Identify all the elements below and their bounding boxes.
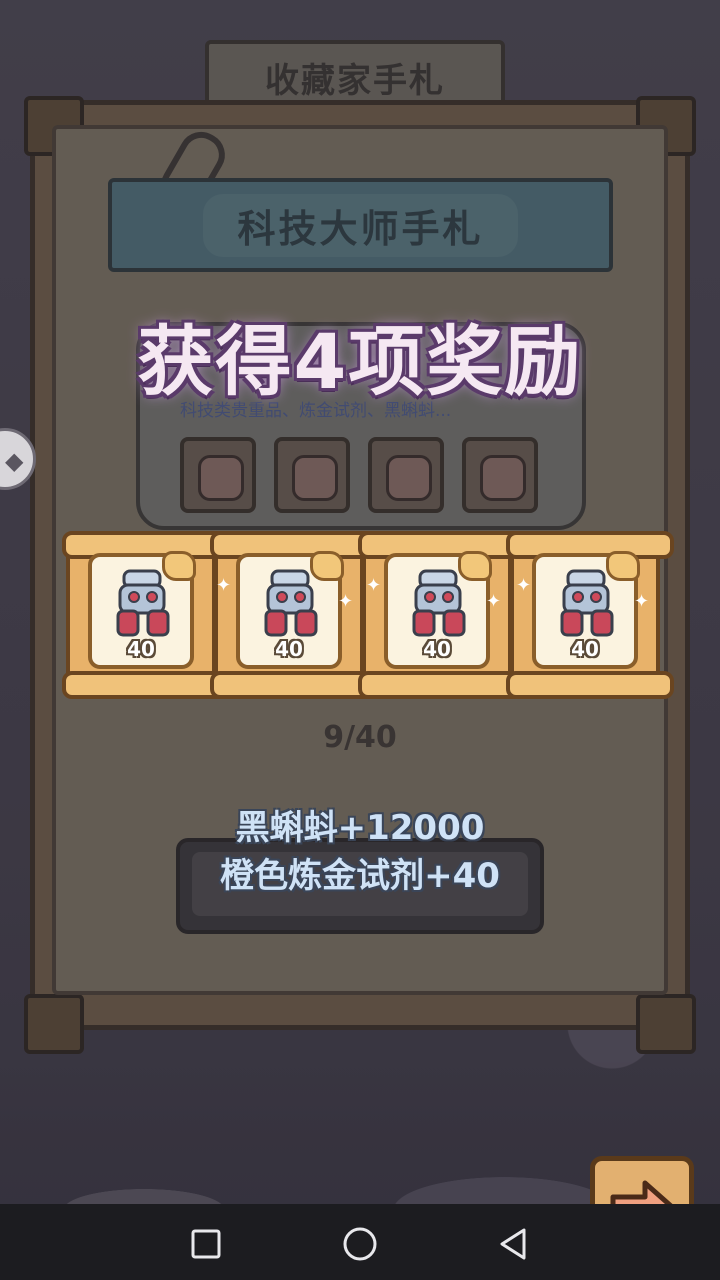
robot-armor-icon xyxy=(412,569,466,637)
reward-card-face: 40 xyxy=(236,551,344,669)
reward-card-face: 40 xyxy=(88,551,196,669)
sparkle-icon: ✦ xyxy=(338,591,354,612)
reward-card: 40 ✦ ✦ xyxy=(210,531,378,699)
reward-summary-line: 黑蝌蚪+12000 xyxy=(235,808,485,848)
reward-card: 40 xyxy=(62,531,230,699)
side-tab-icon: ◆ xyxy=(5,447,24,475)
robot-armor-icon xyxy=(560,569,614,637)
sparkle-icon: ✦ xyxy=(216,575,232,596)
reward-count: 40 xyxy=(275,637,303,661)
triangle-back-icon[interactable] xyxy=(494,1224,534,1264)
sparkle-icon: ✦ xyxy=(516,575,532,596)
reward-count: 40 xyxy=(127,637,155,661)
sparkle-icon: ✦ xyxy=(486,591,502,612)
reward-count: 40 xyxy=(423,637,451,661)
reward-card-face: 40 xyxy=(384,551,492,669)
reward-summary-line: 橙色炼金试剂+40 xyxy=(220,856,500,896)
circle-icon[interactable] xyxy=(340,1224,380,1264)
reward-count: 40 xyxy=(571,637,599,661)
reward-card: 40 ✦ ✦ xyxy=(358,531,526,699)
system-nav-bar xyxy=(0,1204,720,1280)
reward-card: 40 ✦ ✦ xyxy=(506,531,674,699)
sparkle-icon: ✦ xyxy=(634,591,650,612)
robot-armor-icon xyxy=(116,569,170,637)
reward-heading: 获得4项奖励 xyxy=(137,317,583,406)
sparkle-icon: ✦ xyxy=(366,575,382,596)
square-icon[interactable] xyxy=(186,1224,226,1264)
reward-card-face: 40 xyxy=(532,551,640,669)
robot-armor-icon xyxy=(264,569,318,637)
